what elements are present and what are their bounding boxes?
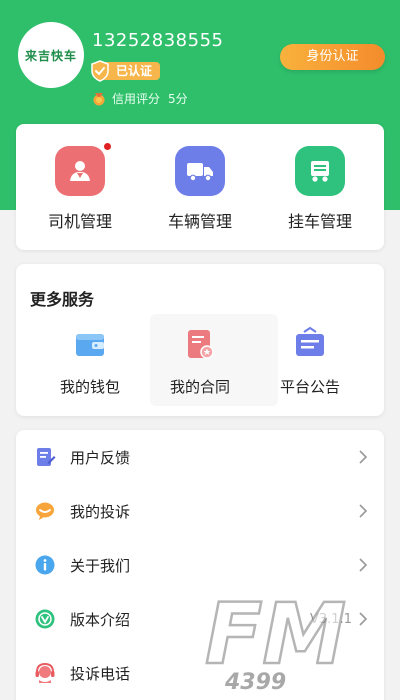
main-actions-card: 司机管理 车辆管理 挂车管理 [16,124,384,250]
menu-row-about[interactable]: 关于我们 [16,538,384,592]
trailer-management-label: 挂车管理 [287,212,352,231]
verified-badge: 已认证 [90,60,161,82]
credit-score-row: 信用评分 5分 [92,90,188,107]
contract-button[interactable]: 我的合同 [145,326,255,397]
avatar[interactable]: 来吉快车 [18,22,84,88]
menu-row-version[interactable]: 版本介绍 V3.1.1 [16,592,384,646]
menu-label: 用户反馈 [70,448,131,467]
chevron-right-icon [359,558,368,572]
hotline-icon [35,662,55,683]
identity-verification-button[interactable]: 身份认证 [280,44,385,70]
vehicle-tile [175,146,225,196]
wallet-label: 我的钱包 [59,378,120,396]
chevron-right-icon [359,612,368,626]
menu-row-complaints[interactable]: 我的投诉 [16,484,384,538]
verified-label: 已认证 [102,62,161,80]
shield-check-icon [91,60,109,82]
driver-icon [70,161,90,181]
truck-icon [187,163,213,182]
chevron-right-icon [359,504,368,518]
menu-label: 投诉电话 [70,664,131,683]
menu-row-feedback[interactable]: 用户反馈 [16,430,384,484]
avatar-logo-text: 来吉快车 [24,48,77,63]
menu-label: 关于我们 [70,556,131,575]
vehicle-management-button[interactable]: 车辆管理 [145,146,255,232]
version-icon [35,609,55,629]
complaint-icon [36,502,54,520]
announcement-button[interactable]: 平台公告 [255,326,365,397]
wallet-icon [76,334,104,356]
settings-menu-card: 用户反馈 我的投诉 关于我们 版本介绍 V3.1.1 投诉电话 [16,430,384,700]
credit-score: 5分 [168,92,188,106]
trailer-management-button[interactable]: 挂车管理 [265,146,375,232]
more-services-card: 更多服务 我的钱包 我的合同 平台公告 [16,264,384,416]
menu-row-hotline[interactable]: 投诉电话 [16,646,384,700]
driver-tile [55,143,111,196]
driver-management-button[interactable]: 司机管理 [25,143,135,232]
chevron-right-icon [359,450,368,464]
section-title: 更多服务 [30,290,95,309]
trailer-icon [311,161,329,182]
feedback-icon [37,448,56,466]
notification-dot [104,143,111,150]
medal-icon [93,92,105,105]
info-icon [35,555,55,575]
driver-management-label: 司机管理 [47,212,112,231]
trailer-tile [295,146,345,196]
announcement-label: 平台公告 [279,378,340,396]
credit-label: 信用评分 [112,92,161,106]
vehicle-management-label: 车辆管理 [167,212,232,231]
version-number: V3.1.1 [310,611,352,627]
contract-icon [188,330,214,359]
menu-label: 我的投诉 [70,502,131,521]
wallet-button[interactable]: 我的钱包 [35,326,145,397]
contract-label: 我的合同 [169,378,230,396]
announcement-icon [296,326,324,356]
menu-label: 版本介绍 [70,610,131,629]
phone-number: 13252838555 [92,30,224,51]
